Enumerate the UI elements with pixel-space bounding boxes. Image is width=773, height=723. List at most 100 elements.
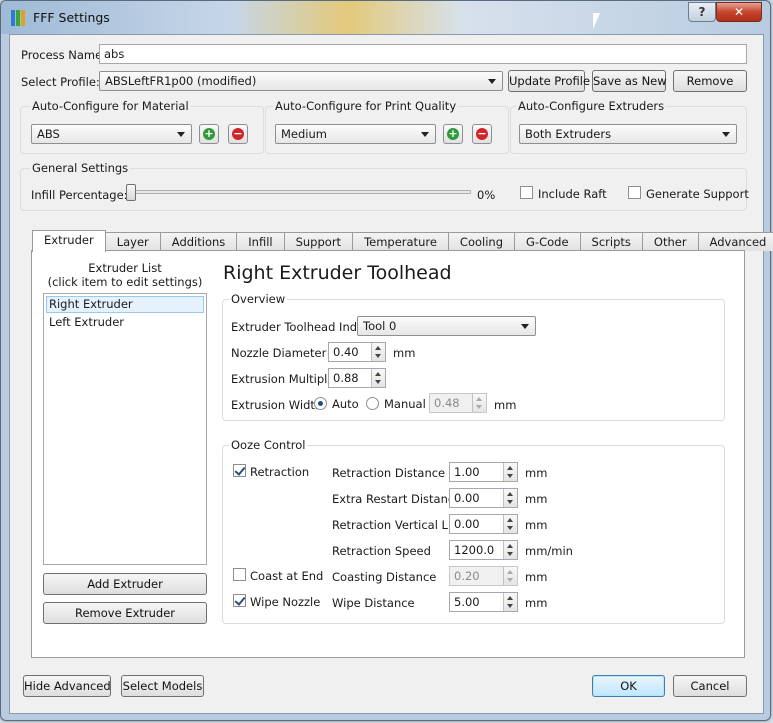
process-name-label: Process Name: xyxy=(21,48,107,62)
retraction-speed-value: 1200.0 xyxy=(454,543,495,557)
coasting-distance-spinbox[interactable]: 0.20 xyxy=(449,566,518,586)
tab-cooling[interactable]: Cooling xyxy=(447,232,516,251)
retraction-vertical-lift-spinbox[interactable]: 0.00 xyxy=(449,514,518,534)
remove-extruder-button[interactable]: Remove Extruder xyxy=(43,602,207,624)
material-select[interactable]: ABS xyxy=(31,124,192,144)
nozzle-diameter-label: Nozzle Diameter xyxy=(231,346,327,360)
profile-select[interactable]: ABSLeftFR1p00 (modified) xyxy=(99,71,503,91)
update-profile-button[interactable]: Update Profile xyxy=(508,70,590,92)
spin-arrows-icon[interactable] xyxy=(503,593,517,611)
tab-support[interactable]: Support xyxy=(283,232,354,251)
add-extruder-button[interactable]: Add Extruder xyxy=(43,573,207,595)
coasting-distance-unit: mm xyxy=(525,570,548,584)
spin-arrows-icon[interactable] xyxy=(503,567,517,585)
generate-support-label: Generate Support xyxy=(646,187,749,201)
wipe-distance-value: 5.00 xyxy=(454,595,480,609)
tab-advanced[interactable]: Advanced xyxy=(697,232,773,251)
help-icon[interactable]: ? xyxy=(688,2,716,22)
spin-arrows-icon[interactable] xyxy=(371,369,385,387)
tab-temperature[interactable]: Temperature xyxy=(352,232,449,251)
nozzle-diameter-spinbox[interactable]: 0.40 xyxy=(328,342,386,362)
tab-additions[interactable]: Additions xyxy=(159,232,238,251)
spin-arrows-icon[interactable] xyxy=(503,463,517,481)
list-item[interactable]: Right Extruder xyxy=(46,296,204,313)
spin-arrows-icon[interactable] xyxy=(371,343,385,361)
wipe-nozzle-checkbox[interactable] xyxy=(233,594,246,607)
close-icon[interactable]: ✕ xyxy=(716,2,762,22)
extrusion-multiplier-spinbox[interactable]: 0.88 xyxy=(328,368,386,388)
retraction-speed-spinbox[interactable]: 1200.0 xyxy=(449,540,518,560)
plus-icon: + xyxy=(203,127,215,140)
list-item[interactable]: Left Extruder xyxy=(46,314,204,331)
retraction-vertical-lift-label: Retraction Vertical Lift xyxy=(332,518,460,532)
select-profile-label: Select Profile: xyxy=(21,75,100,89)
title-bar[interactable]: FFF Settings ? ✕ xyxy=(1,1,770,34)
retraction-speed-unit: mm/min xyxy=(525,544,573,558)
add-quality-button[interactable]: + xyxy=(443,124,463,144)
retraction-speed-label: Retraction Speed xyxy=(332,544,431,558)
toolhead-index-select[interactable]: Tool 0 xyxy=(357,316,536,336)
ooze-control-title: Ooze Control xyxy=(229,438,308,452)
tab-infill[interactable]: Infill xyxy=(236,232,285,251)
cancel-button[interactable]: Cancel xyxy=(673,675,747,697)
fff-settings-window: FFF Settings ? ✕ Process Name: abs Selec… xyxy=(0,0,773,721)
width-auto-radio[interactable] xyxy=(314,397,327,410)
retraction-vertical-lift-unit: mm xyxy=(525,518,548,532)
include-raft-checkbox[interactable] xyxy=(520,186,533,199)
nozzle-diameter-value: 0.40 xyxy=(333,345,359,359)
infill-slider-handle[interactable] xyxy=(126,184,136,201)
extruders-config-value: Both Extruders xyxy=(525,127,612,141)
app-icon xyxy=(11,10,27,26)
width-manual-radio[interactable] xyxy=(366,397,379,410)
tab-extruder[interactable]: Extruder xyxy=(32,230,106,252)
retraction-checkbox[interactable] xyxy=(233,464,246,477)
process-name-input[interactable]: abs xyxy=(99,44,747,64)
include-raft-label: Include Raft xyxy=(538,187,607,201)
quality-select[interactable]: Medium xyxy=(275,124,436,144)
save-as-new-button[interactable]: Save as New xyxy=(592,70,667,92)
wipe-nozzle-label: Wipe Nozzle xyxy=(250,595,321,609)
tab-other[interactable]: Other xyxy=(641,232,699,251)
general-settings-title: General Settings xyxy=(30,161,131,175)
extruders-config-select[interactable]: Both Extruders xyxy=(519,124,737,144)
wipe-distance-label: Wipe Distance xyxy=(332,596,415,610)
hide-advanced-button[interactable]: Hide Advanced xyxy=(23,675,111,697)
remove-quality-button[interactable]: − xyxy=(472,124,492,144)
coasting-distance-value: 0.20 xyxy=(454,569,480,583)
retraction-distance-unit: mm xyxy=(525,466,548,480)
chevron-down-icon xyxy=(722,132,730,137)
tab-g-code[interactable]: G-Code xyxy=(514,232,581,251)
extra-restart-distance-spinbox[interactable]: 0.00 xyxy=(449,488,518,508)
extrusion-multiplier-label: Extrusion Multiplier xyxy=(231,372,343,386)
extrusion-width-spinbox[interactable]: 0.48 xyxy=(429,393,487,413)
add-material-button[interactable]: + xyxy=(199,124,219,144)
remove-material-button[interactable]: − xyxy=(228,124,248,144)
infill-percentage-label: Infill Percentage: xyxy=(31,188,128,202)
tab-scripts[interactable]: Scripts xyxy=(579,232,643,251)
retraction-distance-spinbox[interactable]: 1.00 xyxy=(449,462,518,482)
nozzle-diameter-unit: mm xyxy=(393,346,416,360)
generate-support-checkbox[interactable] xyxy=(628,186,641,199)
retraction-vertical-lift-value: 0.00 xyxy=(454,517,480,531)
mouse-cursor-icon xyxy=(593,13,600,29)
infill-slider-track[interactable] xyxy=(126,190,471,194)
minus-icon: − xyxy=(476,127,488,140)
spin-arrows-icon[interactable] xyxy=(503,541,517,559)
spin-arrows-icon[interactable] xyxy=(503,515,517,533)
extruder-list[interactable]: Right Extruder Left Extruder xyxy=(43,293,207,565)
extruders-config-title: Auto-Configure Extruders xyxy=(516,99,667,113)
wipe-distance-spinbox[interactable]: 5.00 xyxy=(449,592,518,612)
spin-arrows-icon[interactable] xyxy=(503,489,517,507)
extruder-list-title: Extruder List xyxy=(88,261,162,275)
coast-at-end-checkbox[interactable] xyxy=(233,568,246,581)
coasting-distance-label: Coasting Distance xyxy=(332,570,437,584)
remove-profile-button[interactable]: Remove xyxy=(673,70,747,92)
minus-icon: − xyxy=(232,127,244,140)
ok-button[interactable]: OK xyxy=(592,675,665,697)
tab-layer[interactable]: Layer xyxy=(104,232,161,251)
spin-arrows-icon[interactable] xyxy=(472,394,486,412)
quality-group-title: Auto-Configure for Print Quality xyxy=(273,99,459,113)
select-models-button[interactable]: Select Models xyxy=(121,675,204,697)
extrusion-multiplier-value: 0.88 xyxy=(333,371,359,385)
toolhead-heading: Right Extruder Toolhead xyxy=(223,262,452,284)
